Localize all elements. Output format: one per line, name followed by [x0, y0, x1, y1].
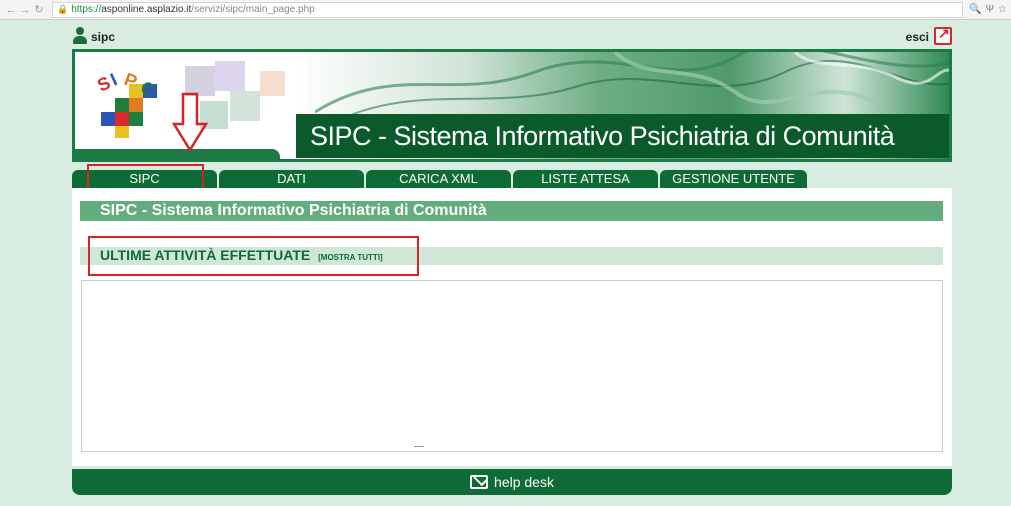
- activity-list-frame[interactable]: [81, 280, 943, 452]
- show-all-link[interactable]: [MOSTRA TUTTI]: [318, 253, 383, 262]
- reload-icon[interactable]: ↻: [32, 3, 46, 16]
- zoom-icon[interactable]: 🔍: [969, 4, 981, 15]
- logout-icon[interactable]: [934, 25, 952, 45]
- help-desk-label: help desk: [494, 474, 554, 490]
- app-title: SIPC - Sistema Informativo Psichiatria d…: [310, 120, 895, 151]
- tab-carica-xml[interactable]: CARICA XML: [366, 170, 511, 188]
- section-title: ULTIME ATTIVITÀ EFFETTUATE [MOSTRA TUTTI…: [100, 247, 383, 263]
- envelope-icon: [470, 475, 489, 489]
- address-bar[interactable]: 🔒 https:// asponline.asplazio.it /serviz…: [52, 1, 964, 18]
- lock-icon: 🔒: [57, 4, 69, 14]
- tab-gestione-utente[interactable]: GESTIONE UTENTE: [660, 170, 807, 188]
- extension-icon[interactable]: Ψ: [986, 4, 994, 15]
- logout-link[interactable]: esci: [906, 30, 929, 44]
- browser-toolbar: ← → ↻ 🔒 https:// asponline.asplazio.it /…: [0, 0, 1011, 20]
- annotation-arrow-icon: [172, 92, 208, 152]
- forward-icon[interactable]: →: [18, 4, 32, 16]
- url-path: /servizi/sipc/main_page.php: [191, 4, 315, 15]
- tab-dati[interactable]: DATI: [219, 170, 364, 188]
- url-protocol: https://: [71, 4, 102, 15]
- user-icon: [72, 27, 88, 45]
- section-title-text: ULTIME ATTIVITÀ EFFETTUATE: [100, 247, 311, 263]
- url-host: asponline.asplazio.it: [101, 4, 192, 15]
- user-row: sipc esci: [72, 25, 952, 47]
- tab-liste-attesa[interactable]: LISTE ATTESA: [513, 170, 658, 188]
- main-tabs: SIPC DATI CARICA XML LISTE ATTESA GESTIO…: [72, 170, 952, 188]
- page-title: SIPC - Sistema Informativo Psichiatria d…: [80, 201, 943, 221]
- marble-background: [315, 52, 949, 122]
- back-icon[interactable]: ←: [4, 4, 18, 16]
- help-desk-button[interactable]: help desk: [72, 469, 952, 495]
- username-label: sipc: [91, 30, 116, 44]
- app-title-bar: SIPC - Sistema Informativo Psichiatria d…: [293, 114, 949, 158]
- main-content: SIPC - Sistema Informativo Psichiatria d…: [72, 188, 952, 466]
- sipc-logo: S I P C: [94, 69, 159, 138]
- bookmark-star-icon[interactable]: ☆: [998, 4, 1007, 15]
